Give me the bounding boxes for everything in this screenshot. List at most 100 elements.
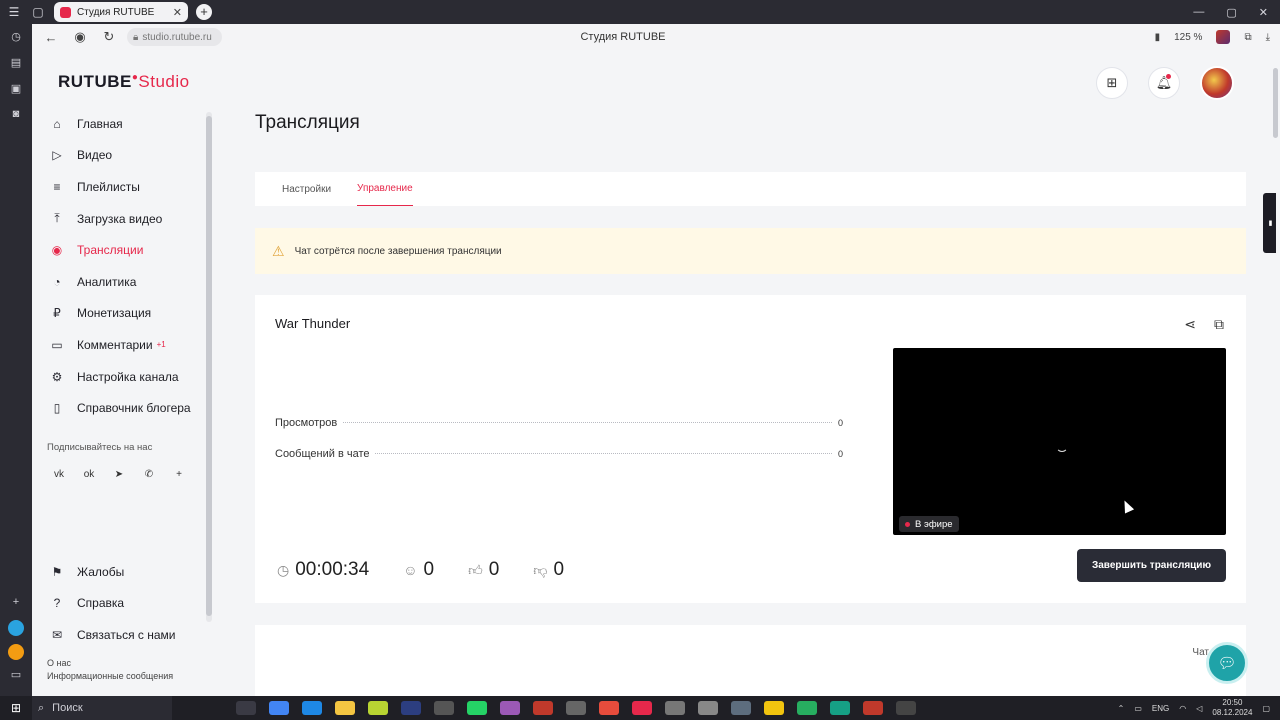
network-icon[interactable]: ▭	[1134, 704, 1142, 713]
browser-menu-icon[interactable]: ☰	[4, 2, 24, 22]
more-socials-icon[interactable]: +	[171, 467, 187, 483]
create-button[interactable]: ⊞	[1096, 67, 1128, 99]
download-icon[interactable]: ⤓	[1266, 32, 1270, 43]
vk-icon[interactable]: vk	[51, 467, 67, 483]
page-title: Трансляция	[255, 112, 360, 133]
sidebar-item-coin[interactable]: ₽ Монетизация	[32, 298, 208, 330]
sidebar-item-broadcast[interactable]: ◉ Трансляции	[32, 234, 208, 266]
lang-indicator[interactable]: ENG	[1152, 704, 1169, 713]
window-maximize-icon[interactable]: ▢	[1226, 6, 1236, 19]
user-avatar[interactable]	[1200, 66, 1234, 100]
bookmark-icon[interactable]: ▮	[1155, 32, 1161, 43]
stream-preview-player[interactable]: В эфире	[893, 348, 1226, 535]
app-icon-3[interactable]	[434, 701, 454, 715]
sidebar-item-comment[interactable]: ▭ Комментарии +1	[32, 329, 208, 361]
share-icon[interactable]: ⋖	[1184, 316, 1196, 333]
support-chat-button[interactable]: 💬︎	[1206, 642, 1248, 684]
app-icon-4[interactable]	[500, 701, 520, 715]
zoom-level[interactable]: 125 %	[1174, 32, 1202, 43]
app-icon-8[interactable]	[731, 701, 751, 715]
list-icon: ≡	[53, 179, 61, 194]
page-scrollbar[interactable]	[1270, 50, 1280, 696]
history-icon[interactable]: ◷	[8, 30, 24, 46]
messenger-panel-icon[interactable]	[8, 644, 24, 660]
volume-icon[interactable]: ◁	[1196, 704, 1202, 713]
browser-tab[interactable]: Студия RUTUBE ✕	[54, 2, 188, 22]
mouse-cursor-icon	[1119, 498, 1135, 514]
end-stream-button[interactable]: Завершить трансляцию	[1077, 549, 1226, 582]
sidebar-item-mail[interactable]: ✉ Связаться с нами	[32, 619, 208, 651]
sidebar-item-book[interactable]: ▯ Справочник блогера	[32, 392, 208, 424]
extension-icon[interactable]	[1216, 30, 1231, 44]
taskbar-clock[interactable]: 20:50 08.12.2024	[1212, 698, 1252, 718]
url-field[interactable]: 🔒︎ studio.rutube.ru	[127, 28, 222, 46]
edge-icon[interactable]	[302, 701, 322, 715]
sidebar-item-video[interactable]: ▷ Видео	[32, 140, 208, 172]
yandex-browser-icon[interactable]	[764, 701, 784, 715]
whatsapp-icon[interactable]	[467, 701, 487, 715]
open-external-icon[interactable]: ⧉	[1214, 316, 1224, 333]
add-panel-icon[interactable]: +	[8, 596, 24, 612]
sidebar-item-home[interactable]: ⌂ Главная	[32, 108, 208, 140]
page-scroll-thumb[interactable]	[1273, 68, 1278, 138]
yandex-icon[interactable]	[632, 701, 652, 715]
clock-icon: ◷	[277, 561, 290, 578]
chrome-icon[interactable]	[269, 701, 289, 715]
screenshot-icon[interactable]: ◙	[8, 108, 24, 124]
chat-warning-banner: ⚠ Чат сотрётся после завершения трансляц…	[255, 228, 1246, 274]
sidebar-item-upload[interactable]: ⤒ Загрузка видео	[32, 203, 208, 235]
rutube-studio-logo[interactable]: RUTUBE●Studio	[58, 72, 190, 92]
rutube-favicon-icon	[60, 6, 71, 18]
taskbar-search[interactable]: ⌕ Поиск	[32, 696, 172, 720]
reload-icon[interactable]: ↻	[99, 29, 119, 45]
minecraft-icon[interactable]	[797, 701, 817, 715]
back-icon[interactable]: ←	[41, 30, 61, 45]
about-link[interactable]: О нас	[47, 657, 208, 670]
sidebar-item-settings[interactable]: ⚙ Настройка канала	[32, 361, 208, 393]
task-view-icon[interactable]	[236, 701, 256, 715]
panel-settings-icon[interactable]: ▭	[8, 668, 24, 684]
info-messages-link[interactable]: Информационные сообщения	[47, 670, 208, 683]
app-icon-9[interactable]	[830, 701, 850, 715]
collections-icon[interactable]: ⧉	[1244, 32, 1251, 43]
app-icon-2[interactable]	[401, 701, 421, 715]
odnoklassniki-icon[interactable]: ok	[81, 467, 97, 483]
sidebar-item-list[interactable]: ≡ Плейлисты	[32, 171, 208, 203]
tab-settings[interactable]: Настройки	[282, 172, 331, 206]
app-icon-10[interactable]	[896, 701, 916, 715]
window-minimize-icon[interactable]: —	[1193, 6, 1204, 19]
likes-value: 0	[488, 559, 500, 580]
wifi-icon[interactable]: ◠	[1179, 704, 1186, 713]
explorer-icon[interactable]	[335, 701, 355, 715]
sidebar-item-help[interactable]: ? Справка	[32, 588, 208, 620]
protect-icon[interactable]: ◉	[70, 29, 90, 45]
bookmarks-panel-icon[interactable]: ▤	[8, 56, 24, 72]
tab-management[interactable]: Управление	[357, 172, 413, 206]
telegram-icon[interactable]: ➤	[111, 467, 127, 483]
app-icon-7[interactable]	[698, 701, 718, 715]
record-icon[interactable]	[863, 701, 883, 715]
app-icon-6[interactable]	[665, 701, 685, 715]
viber-icon[interactable]: ✆	[141, 467, 157, 483]
opera-icon[interactable]	[533, 701, 553, 715]
sidebar-item-label: Комментарии	[77, 337, 153, 352]
chat-bubble-icon: 💬︎	[1217, 655, 1237, 672]
screen-recorder-tab[interactable]: ▮	[1263, 193, 1276, 253]
close-tab-icon[interactable]: ✕	[173, 6, 182, 19]
notifications-tray-icon[interactable]: ▢	[1262, 704, 1270, 713]
sidebar-item-analytics[interactable]: ◔ Аналитика	[32, 266, 208, 298]
panel-icon-1[interactable]: ▣	[8, 82, 24, 98]
tray-chevron-icon[interactable]: ⌃	[1118, 704, 1125, 713]
app-icon-1[interactable]	[368, 701, 388, 715]
windows-start-icon[interactable]: ⊞	[0, 701, 32, 715]
window-close-icon[interactable]: ✕	[1259, 6, 1268, 19]
new-tab-button[interactable]: +	[196, 4, 212, 20]
opera-gx-icon[interactable]	[599, 701, 619, 715]
notifications-button[interactable]: 🔔︎	[1148, 67, 1180, 99]
sidebar-scrollbar[interactable]	[206, 112, 212, 622]
tabs-icon[interactable]: ▢	[28, 2, 48, 22]
telegram-panel-icon[interactable]	[8, 620, 24, 636]
app-icon-5[interactable]	[566, 701, 586, 715]
sidebar-scroll-thumb[interactable]	[206, 116, 212, 616]
sidebar-item-flag[interactable]: ⚑ Жалобы	[32, 556, 208, 588]
